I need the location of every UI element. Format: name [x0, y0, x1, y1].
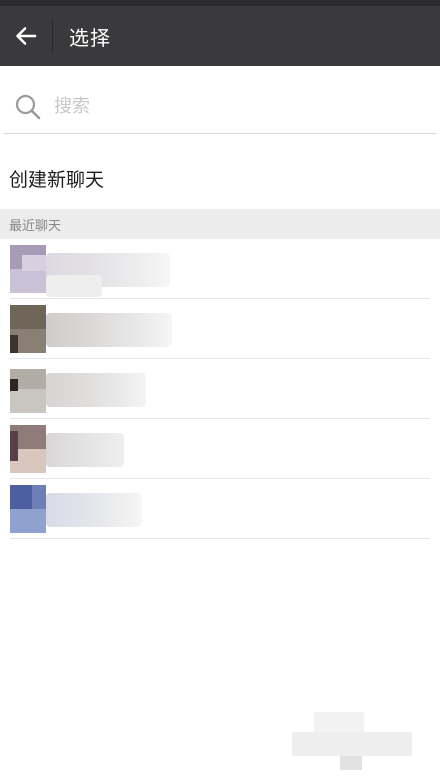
- avatar: [10, 425, 46, 473]
- create-new-chat-button[interactable]: 创建新聊天: [0, 152, 440, 204]
- watermark-blur: [292, 712, 412, 770]
- list-item[interactable]: [0, 299, 440, 359]
- back-button[interactable]: [0, 6, 52, 66]
- recent-chats-header: 最近聊天: [0, 209, 440, 239]
- search-icon: [15, 94, 41, 119]
- title-divider: [52, 19, 53, 53]
- list-item[interactable]: [0, 419, 440, 479]
- avatar: [10, 365, 46, 413]
- title-bar: 选择: [0, 6, 440, 66]
- avatar: [10, 305, 46, 353]
- search-bar[interactable]: [4, 80, 436, 134]
- list-item[interactable]: [0, 239, 440, 299]
- search-input[interactable]: [54, 96, 394, 117]
- contact-name-blur: [46, 433, 124, 467]
- avatar: [10, 485, 46, 533]
- contact-name-blur: [46, 373, 146, 407]
- contact-name-blur-2: [46, 275, 102, 297]
- arrow-left-icon: [16, 27, 37, 45]
- recent-chats-list: [0, 239, 440, 539]
- avatar: [10, 245, 46, 293]
- page-title: 选择: [69, 25, 111, 50]
- list-item[interactable]: [0, 479, 440, 539]
- contact-name-blur: [46, 493, 142, 527]
- list-item[interactable]: [0, 359, 440, 419]
- contact-name-blur: [46, 313, 172, 347]
